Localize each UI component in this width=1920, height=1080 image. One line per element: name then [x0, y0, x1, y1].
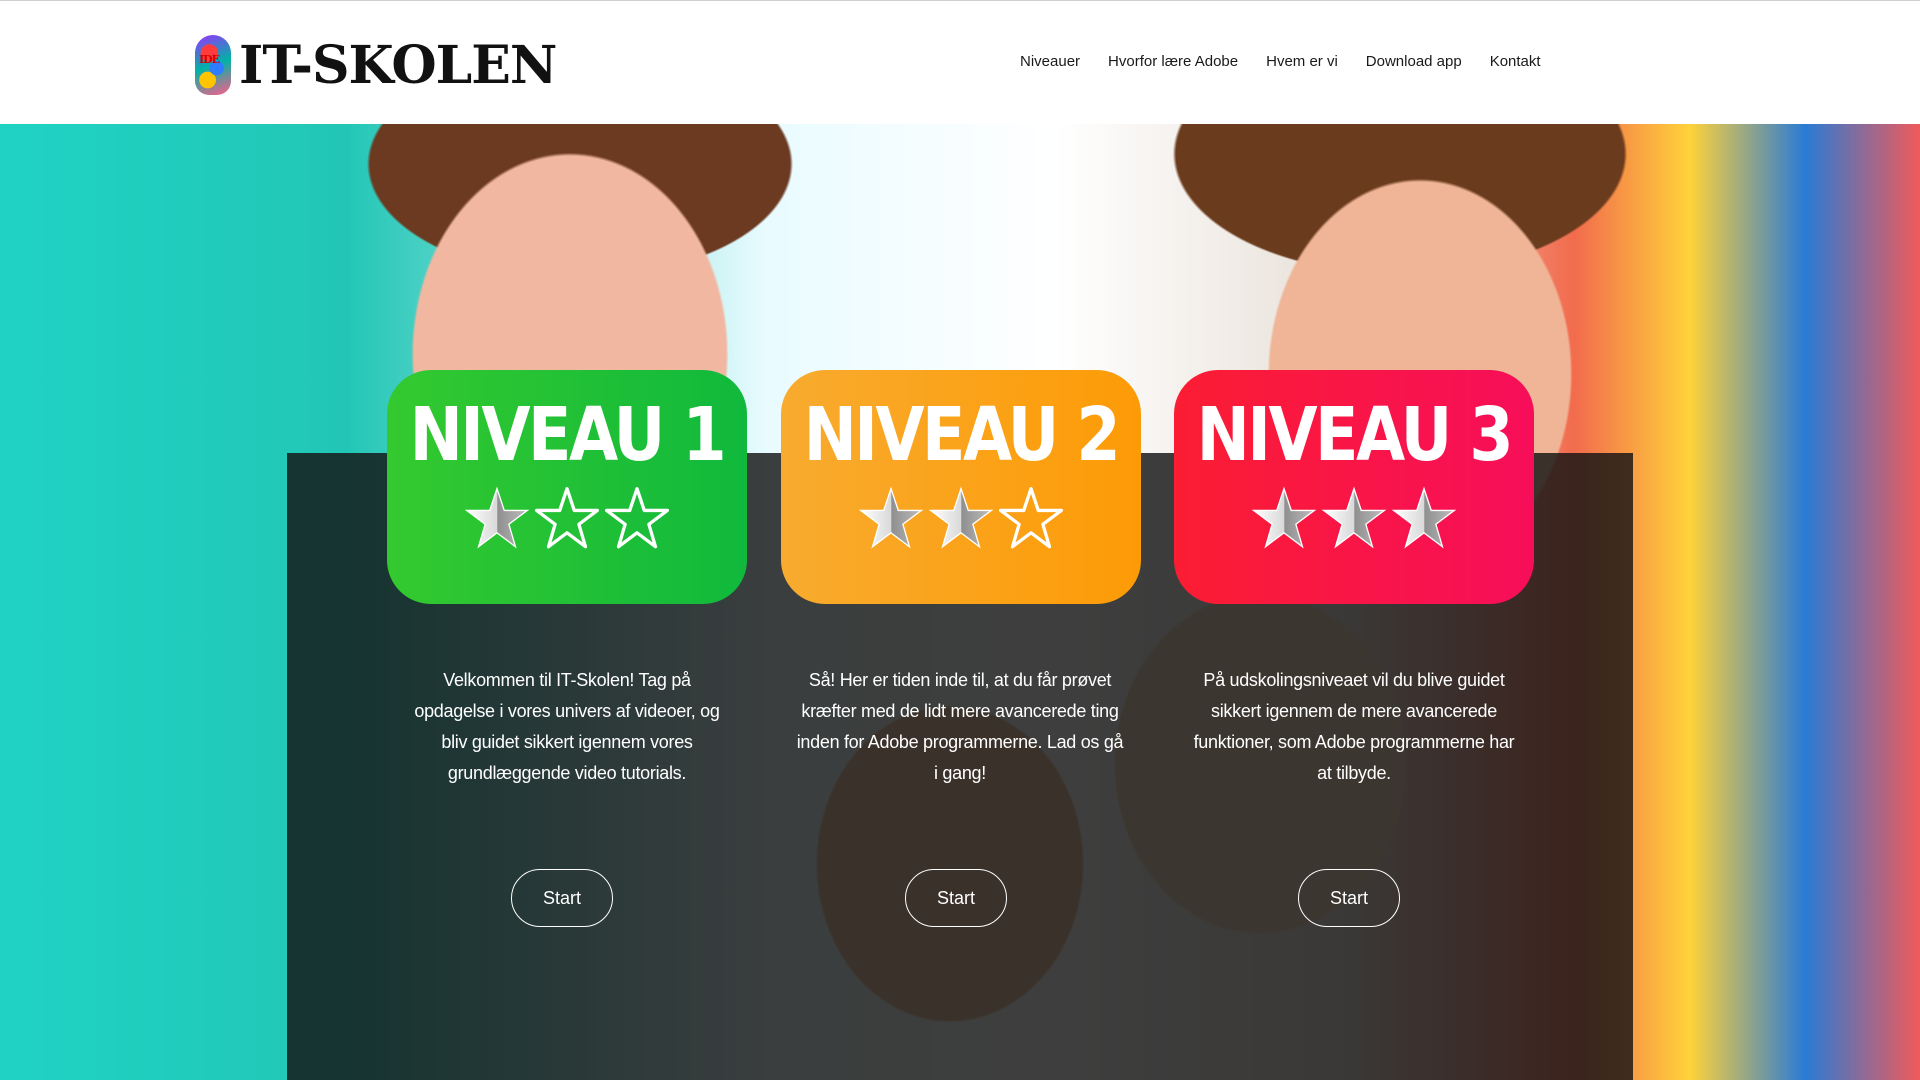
level-description: Velkommen til IT-Skolen! Tag på opdagels…: [414, 670, 720, 783]
nav-link-download[interactable]: Download app: [1366, 53, 1462, 70]
star-filled-icon: [464, 486, 530, 549]
logo-mark-text: IDE: [199, 53, 220, 66]
level-card-2[interactable]: NIVEAU 2: [781, 370, 1141, 604]
start-button-level-3[interactable]: Start: [1298, 869, 1400, 927]
site-header: IDE IT-SKOLEN Niveauer Hvorfor lære Adob…: [0, 0, 1920, 124]
star-outline-icon: [534, 486, 600, 549]
level-card-3[interactable]: NIVEAU 3: [1174, 370, 1534, 604]
level-description: Så! Her er tiden inde til, at du får prø…: [796, 670, 1124, 783]
level-title: NIVEAU 1: [409, 392, 727, 478]
star-filled-icon: [1321, 486, 1387, 549]
level-description: På udskolingsniveaet vil du blive guidet…: [1193, 670, 1515, 783]
level-title: NIVEAU 3: [1196, 392, 1514, 478]
main-nav: Niveauer Hvorfor lære Adobe Hvem er vi D…: [1020, 53, 1569, 70]
star-outline-icon: [604, 486, 670, 549]
nav-link-kontakt[interactable]: Kontakt: [1490, 53, 1541, 70]
level-title: NIVEAU 2: [803, 392, 1121, 478]
nav-link-hvem[interactable]: Hvem er vi: [1266, 53, 1338, 70]
logo-head-icon: IDE: [195, 35, 231, 95]
start-button-level-1[interactable]: Start: [511, 869, 613, 927]
star-rating: [1251, 486, 1457, 552]
star-rating: [464, 486, 670, 552]
star-filled-icon: [1251, 486, 1317, 549]
site-logo[interactable]: IDE IT-SKOLEN: [195, 33, 557, 97]
nav-link-hvorfor[interactable]: Hvorfor lære Adobe: [1108, 53, 1238, 70]
star-filled-icon: [858, 486, 924, 549]
star-filled-icon: [928, 486, 994, 549]
star-filled-icon: [1391, 486, 1457, 549]
start-button-level-2[interactable]: Start: [905, 869, 1007, 927]
logo-text: IT-SKOLEN: [239, 34, 557, 96]
nav-link-niveauer[interactable]: Niveauer: [1020, 53, 1080, 70]
star-rating: [858, 486, 1064, 552]
star-outline-icon: [998, 486, 1064, 549]
level-card-1[interactable]: NIVEAU 1: [387, 370, 747, 604]
